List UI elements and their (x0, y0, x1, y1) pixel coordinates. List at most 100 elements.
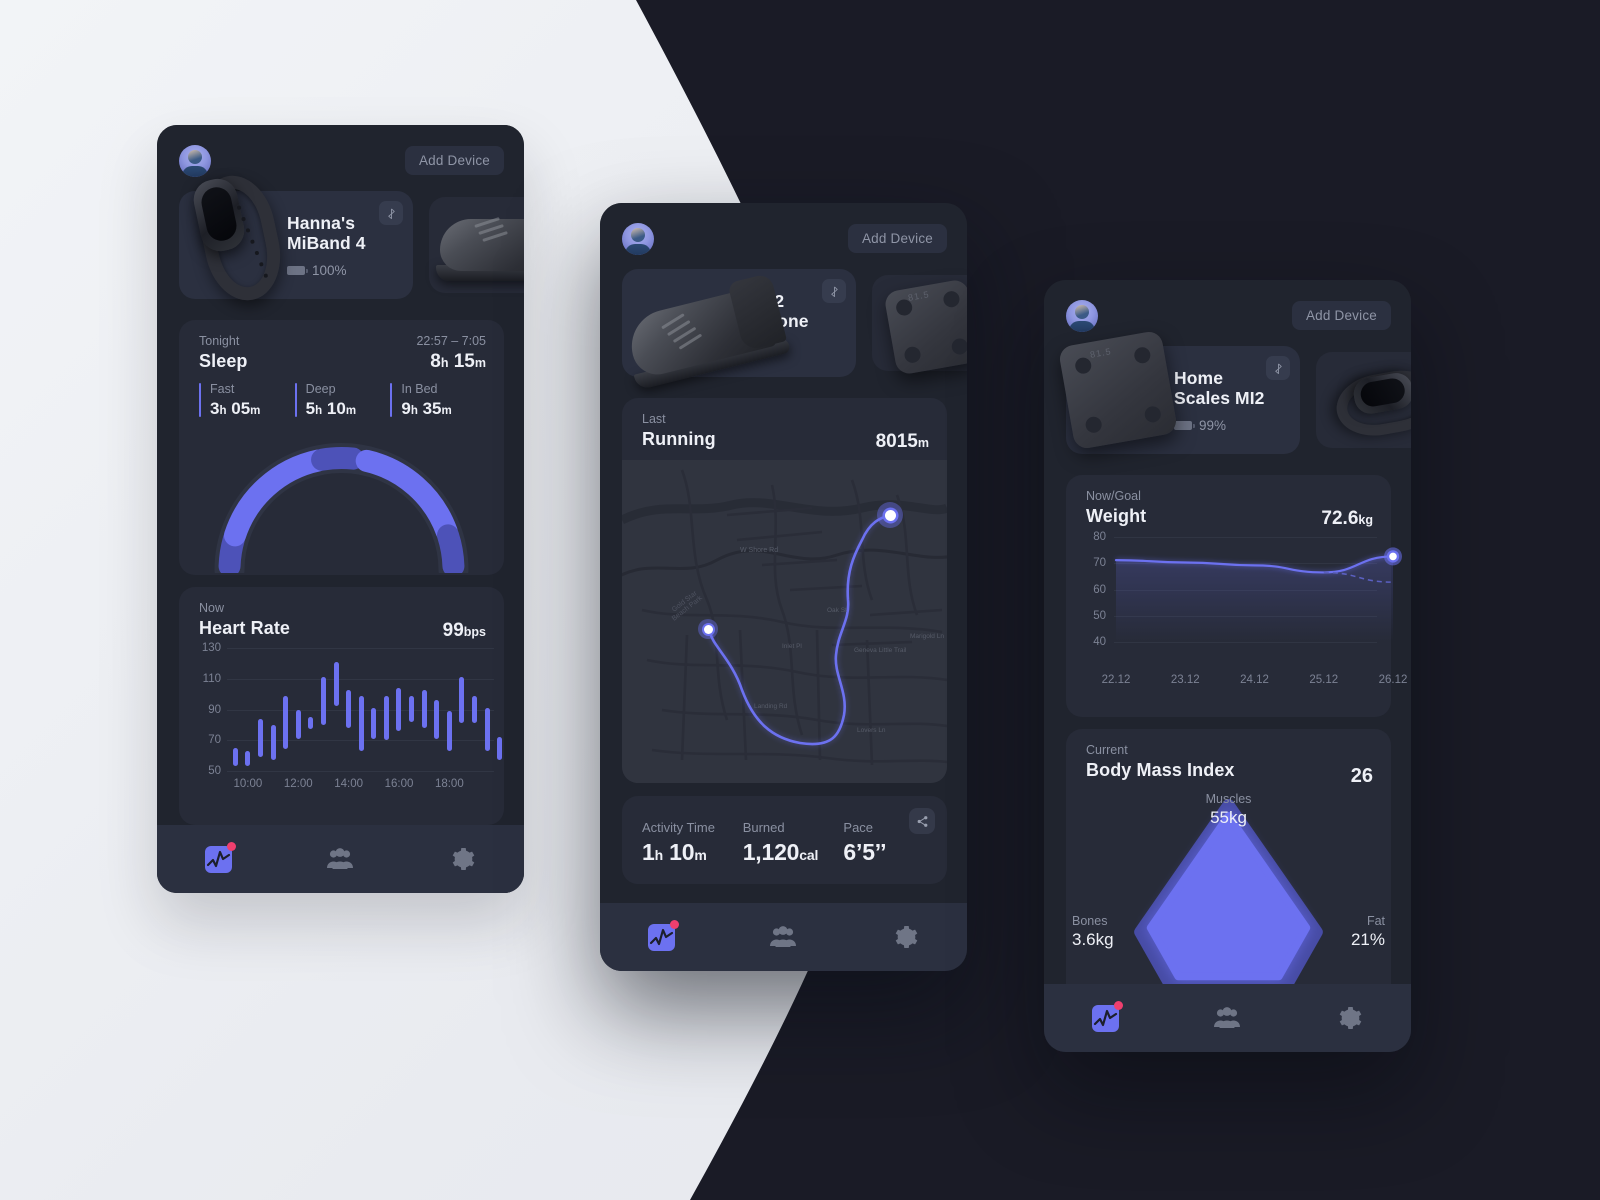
add-device-button[interactable]: Add Device (847, 224, 947, 253)
run-head: Last Running (642, 412, 716, 450)
route-end-marker[interactable] (877, 502, 903, 528)
sleep-metric-deep: Deep 5h 10m (294, 382, 391, 419)
weight-head: Now/Goal Weight (1086, 489, 1146, 527)
heart-rate-chart: 50 70 90 110 130 10:00 12:00 14:00 16:00 18:00 (195, 642, 503, 797)
device-carousel-right: Home Scales MI2 99% 81.5 (1057, 329, 1411, 456)
heart-rate-panel[interactable]: Now Heart Rate 99bps 50 70 90 110 130 10:00 12… (179, 587, 504, 825)
route-map[interactable]: W Shore Rd Gold Star Beach Park Landing … (622, 460, 947, 783)
stat-burned: Burned 1,120cal (743, 820, 844, 866)
fast-m: 05 (231, 399, 251, 418)
stat-pace-value: 6’5’’ (843, 839, 887, 865)
hr-bar (283, 695, 289, 750)
device-card-secondary[interactable] (872, 275, 967, 371)
bottom-nav-middle (600, 903, 967, 971)
sleep-metric-fast: Fast 3h 05m (199, 382, 295, 419)
activity-chart-icon (1091, 1000, 1123, 1032)
phone-screen-middle: Add Device Mijia 2 Fishbone 40% 81.5 Las… (600, 203, 967, 971)
running-panel[interactable]: Last Running 8015m W Shore Rd Gold Star … (622, 398, 947, 783)
hr-bar (232, 747, 238, 767)
weight-x-tick: 22.12 (1101, 674, 1131, 686)
fast-h-u: h (219, 405, 227, 417)
burn-u: cal (799, 847, 819, 863)
svg-text:Lovers Ln: Lovers Ln (857, 727, 886, 734)
gear-icon (895, 926, 918, 948)
add-device-button[interactable]: Add Device (1291, 301, 1391, 330)
device-battery: 40% (730, 341, 844, 356)
hr-bar (421, 689, 427, 728)
nav-item-friends[interactable] (722, 925, 844, 949)
device-name-line2: Fishbone (730, 311, 809, 331)
avatar-face (188, 150, 202, 164)
add-device-button[interactable]: Add Device (404, 146, 504, 175)
avatar-face (631, 228, 645, 242)
weight-value-wrap: 72.6kg (1321, 508, 1373, 530)
hr-bar (396, 687, 402, 732)
notification-badge (669, 919, 679, 929)
route-start-marker[interactable] (698, 619, 718, 639)
sleep-eyebrow: Tonight (199, 334, 240, 348)
hr-bar (497, 737, 503, 761)
bed-m: 35 (422, 399, 442, 418)
battery-icon (1174, 421, 1195, 430)
header-right: Add Device (1066, 300, 1391, 334)
weight-unit: kg (1358, 513, 1373, 527)
avatar-body (1069, 321, 1095, 332)
user-avatar[interactable] (179, 145, 211, 177)
device-card-primary[interactable]: Hanna's MiBand 4 100% (179, 191, 413, 299)
sleep-total-hours: 8 (430, 351, 441, 372)
device-name-line2: MiBand 4 (287, 233, 366, 253)
stat-pace: Pace 6’5’’ (843, 820, 929, 866)
avatar-body (625, 244, 651, 255)
fast-m-u: m (250, 405, 261, 417)
device-info: Mijia 2 Fishbone 40% (730, 291, 844, 356)
device-card-secondary[interactable] (1316, 352, 1411, 448)
heart-rate-unit: bps (463, 625, 486, 639)
header-left: Add Device (179, 145, 504, 179)
running-eyebrow: Last (642, 412, 666, 426)
device-card-secondary[interactable] (429, 197, 524, 293)
user-avatar[interactable] (1066, 300, 1098, 332)
sleep-total-mins-unit: m (474, 356, 486, 370)
bed-h-u: h (410, 405, 418, 417)
hr-x-tick: 18:00 (434, 778, 464, 790)
weight-panel[interactable]: Now/Goal Weight 72.6kg 40 50 60 70 80 22.12 23… (1066, 475, 1407, 717)
battery-icon (287, 266, 308, 275)
nav-item-settings[interactable] (402, 847, 524, 871)
device-card-primary[interactable]: Home Scales MI2 99% (1066, 346, 1300, 454)
sleep-metric-fast-label: Fast (210, 382, 235, 396)
heart-rate-value-wrap: 99bps (443, 620, 486, 642)
bmi-head: Current Body Mass Index (1086, 743, 1235, 781)
sleep-panel[interactable]: Tonight Sleep 22:57 – 7:05 8h 15m Fast 3… (179, 320, 504, 575)
device-info: Hanna's MiBand 4 100% (287, 213, 401, 278)
bmi-title: Body Mass Index (1086, 760, 1235, 780)
hr-bar (333, 661, 339, 707)
sleep-metric-inbed-value: 9h 35m (401, 399, 486, 419)
bmi-fat-label: Fat (1366, 914, 1385, 928)
hr-y-tick: 130 (201, 642, 221, 654)
heart-rate-value: 99 (442, 620, 464, 641)
user-avatar[interactable] (622, 223, 654, 255)
nav-item-settings[interactable] (1289, 1006, 1411, 1030)
hr-y-tick: 70 (208, 734, 221, 747)
run-stats: Activity Time 1h 10m Burned 1,120cal Pac… (642, 820, 929, 866)
svg-text:Landing Rd: Landing Rd (754, 703, 788, 710)
nav-item-settings[interactable] (845, 925, 967, 949)
nav-item-activity[interactable] (1044, 1000, 1166, 1032)
hr-bar (434, 700, 440, 739)
nav-item-friends[interactable] (279, 847, 401, 871)
bmi-fat-value: 21% (1350, 930, 1385, 949)
weight-x-tick: 25.12 (1309, 674, 1339, 686)
sleep-time-range: 22:57 – 7:05 (416, 334, 486, 348)
run-stats-panel[interactable]: Activity Time 1h 10m Burned 1,120cal Pac… (622, 796, 947, 884)
nav-item-friends[interactable] (1166, 1006, 1288, 1030)
current-weight-marker[interactable] (1386, 550, 1400, 563)
sleep-total-mins: 15 (453, 351, 475, 372)
sleep-metric-deep-value: 5h 10m (306, 399, 391, 419)
nav-item-activity[interactable] (157, 841, 279, 873)
device-card-primary[interactable]: Mijia 2 Fishbone 40% (622, 269, 856, 377)
running-distance-unit: m (917, 436, 929, 450)
hr-bar (358, 695, 364, 751)
sleep-metric-fast-value: 3h 05m (210, 399, 295, 419)
bmi-axis-bones: Bones 3.6kg (1072, 914, 1114, 950)
nav-item-activity[interactable] (600, 919, 722, 951)
